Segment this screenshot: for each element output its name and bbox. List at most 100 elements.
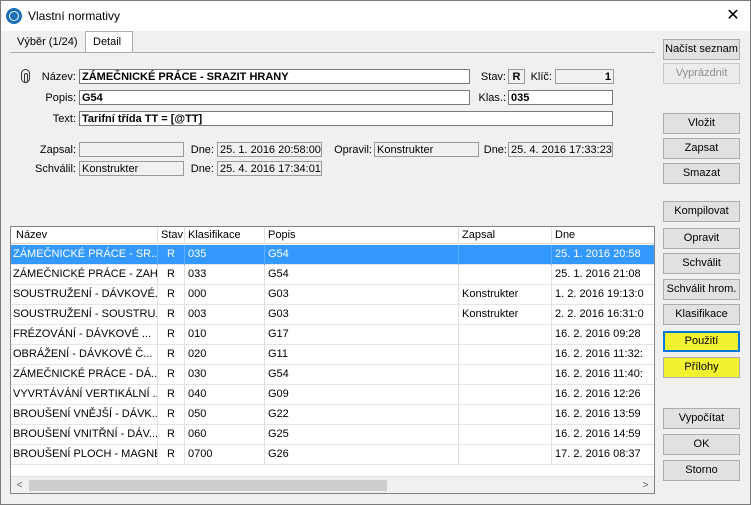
cell-klasifikace: 0700 [185, 445, 265, 465]
table-row[interactable]: SOUSTRUŽENÍ - SOUSTRU... R 003 G03 Konstrukt… [11, 305, 654, 325]
cell-stav: R [158, 345, 185, 365]
window-title: Vlastní normativy [28, 9, 121, 23]
kompilovat-button[interactable]: Kompilovat [663, 201, 740, 222]
table-row[interactable]: VYVRTÁVÁNÍ VERTIKÁLNÍ ... R 040 G09 16. 2. 2… [11, 385, 654, 405]
nazev-label: Název: [41, 71, 76, 83]
schvalit-button[interactable]: Schválit [663, 253, 740, 274]
stav-field[interactable]: R [508, 69, 525, 84]
table-row[interactable]: OBRÁŽENÍ - DÁVKOVÉ Č... R 020 G11 16. 2. 201… [11, 345, 654, 365]
cell-stav: R [158, 305, 185, 325]
klas-label: Klas.: [478, 92, 506, 104]
pouziti-button[interactable]: Použití [663, 331, 740, 352]
klic-label: Klíč: [530, 71, 552, 83]
attachment-paperclip-icon[interactable] [21, 69, 30, 83]
cell-nazev: SOUSTRUŽENÍ - SOUSTRU... [11, 305, 158, 325]
cell-dne: 16. 2. 2016 13:59 [552, 405, 654, 425]
cell-stav: R [158, 365, 185, 385]
app-window: Vlastní normativy ✕ Výběr (1/24) Detail … [0, 0, 751, 505]
cell-nazev: BROUŠENÍ PLOCH - MAGNE... [11, 445, 158, 465]
table-row[interactable]: BROUŠENÍ VNITŘNÍ - DÁV... R 060 G25 16. 2. 2… [11, 425, 654, 445]
cell-dne: 16. 2. 2016 12:26 [552, 385, 654, 405]
cell-zapsal [459, 325, 552, 345]
close-icon[interactable]: ✕ [722, 6, 744, 26]
col-stav[interactable]: Stav [158, 227, 185, 244]
smazat-button[interactable]: Smazat [663, 163, 740, 184]
vyprazdnit-button[interactable]: Vyprázdnit [663, 63, 740, 84]
cell-stav: R [158, 385, 185, 405]
opravil-date-field: 25. 4. 2016 17:33:23 [508, 142, 613, 157]
cell-nazev: OBRÁŽENÍ - DÁVKOVÉ Č... [11, 345, 158, 365]
cell-popis: G03 [265, 285, 459, 305]
cell-nazev: BROUŠENÍ VNITŘNÍ - DÁV... [11, 425, 158, 445]
schvalil-date-field: 25. 4. 2016 17:34:01 [217, 161, 322, 176]
cell-zapsal [459, 405, 552, 425]
cell-popis: G25 [265, 425, 459, 445]
cell-nazev: BROUŠENÍ VNĚJŠÍ - DÁVK... [11, 405, 158, 425]
cell-stav: R [158, 445, 185, 465]
nazev-field[interactable]: ZÁMEČNICKÉ PRÁCE - SRAZIT HRANY [79, 69, 470, 84]
opravit-button[interactable]: Opravit [663, 228, 740, 249]
zapsat-button[interactable]: Zapsat [663, 138, 740, 159]
scroll-left-icon[interactable]: < [11, 477, 28, 493]
cell-dne: 2. 2. 2016 16:31:0 [552, 305, 654, 325]
storno-button[interactable]: Storno [663, 460, 740, 481]
table-row[interactable]: ZÁMEČNICKÉ PRÁCE - ZAH... R 033 G54 25. 1. 2… [11, 265, 654, 285]
cell-klasifikace: 050 [185, 405, 265, 425]
klasifikace-button[interactable]: Klasifikace [663, 304, 740, 325]
cell-zapsal [459, 385, 552, 405]
cell-popis: G54 [265, 365, 459, 385]
cell-popis: G22 [265, 405, 459, 425]
schvalit-hrom-button[interactable]: Schválit hrom. [663, 279, 740, 300]
cell-dne: 25. 1. 2016 21:08 [552, 265, 654, 285]
nacist-seznam-button[interactable]: Načíst seznam [663, 39, 740, 60]
title-bar: Vlastní normativy ✕ [1, 1, 750, 31]
cell-zapsal [459, 445, 552, 465]
col-zapsal[interactable]: Zapsal [459, 227, 552, 244]
cell-nazev: VYVRTÁVÁNÍ VERTIKÁLNÍ ... [11, 385, 158, 405]
klic-field[interactable]: 1 [555, 69, 614, 84]
table-row[interactable]: BROUŠENÍ VNĚJŠÍ - DÁVK... R 050 G22 16. 2. 2… [11, 405, 654, 425]
zapsal-date-field: 25. 1. 2016 20:58:00 [217, 142, 322, 157]
table-row[interactable]: BROUŠENÍ PLOCH - MAGNE... R 0700 G26 17. 2. … [11, 445, 654, 465]
tab-vyber[interactable]: Výběr (1/24) [10, 32, 85, 52]
dne3-label: Dne: [190, 163, 214, 175]
vlozit-button[interactable]: Vložit [663, 113, 740, 134]
ok-button[interactable]: OK [663, 434, 740, 455]
table-row[interactable]: ZÁMEČNICKÉ PRÁCE - SR... R 035 G54 25. 1. 20… [11, 245, 654, 265]
vypocitat-button[interactable]: Vypočítat [663, 408, 740, 429]
table-row[interactable]: FRÉZOVÁNÍ - DÁVKOVÉ ... R 010 G17 16. 2. 201… [11, 325, 654, 345]
text-field[interactable]: Tarifní třída TT = [@TT] [79, 111, 613, 126]
cell-klasifikace: 000 [185, 285, 265, 305]
scrollbar-thumb[interactable] [29, 480, 387, 491]
horizontal-scrollbar[interactable]: < > [11, 476, 654, 493]
cell-klasifikace: 033 [185, 265, 265, 285]
cell-popis: G26 [265, 445, 459, 465]
popis-field[interactable]: G54 [79, 90, 470, 105]
klas-field[interactable]: 035 [508, 90, 613, 105]
cell-nazev: ZÁMEČNICKÉ PRÁCE - DÁ... [11, 365, 158, 385]
cell-zapsal [459, 345, 552, 365]
col-dne[interactable]: Dne [552, 227, 654, 244]
cell-stav: R [158, 405, 185, 425]
col-popis[interactable]: Popis [265, 227, 459, 244]
prilohy-button[interactable]: Přílohy [663, 357, 740, 378]
cell-dne: 17. 2. 2016 08:37 [552, 445, 654, 465]
scroll-right-icon[interactable]: > [637, 477, 654, 493]
cell-stav: R [158, 265, 185, 285]
cell-dne: 16. 2. 2016 14:59 [552, 425, 654, 445]
cell-dne: 16. 2. 2016 09:28 [552, 325, 654, 345]
zapsal-field [79, 142, 184, 157]
table-row[interactable]: ZÁMEČNICKÉ PRÁCE - DÁ... R 030 G54 16. 2. 20… [11, 365, 654, 385]
cell-popis: G54 [265, 265, 459, 285]
table-row[interactable]: SOUSTRUŽENÍ - DÁVKOVÉ... R 000 G03 Konstrukt… [11, 285, 654, 305]
col-nazev[interactable]: Název [11, 227, 158, 244]
cell-popis: G03 [265, 305, 459, 325]
cell-popis: G11 [265, 345, 459, 365]
col-klasifikace[interactable]: Klasifikace [185, 227, 265, 244]
tab-detail[interactable]: Detail [85, 31, 133, 52]
cell-nazev: FRÉZOVÁNÍ - DÁVKOVÉ ... [11, 325, 158, 345]
cell-zapsal: Konstrukter [459, 285, 552, 305]
cell-zapsal [459, 425, 552, 445]
cell-dne: 16. 2. 2016 11:32: [552, 345, 654, 365]
cell-popis: G09 [265, 385, 459, 405]
